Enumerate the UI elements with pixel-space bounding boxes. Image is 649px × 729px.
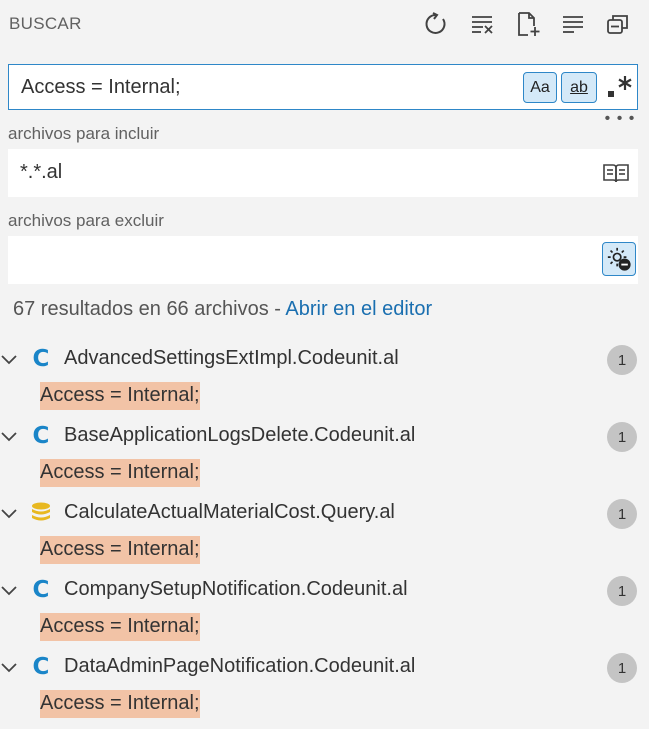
results-summary: 67 resultados en 66 archivos - Abrir en … xyxy=(13,298,432,321)
chevron-down-icon[interactable] xyxy=(0,581,18,599)
use-exclude-settings-icon[interactable] xyxy=(602,242,636,276)
results-count-text: 67 resultados en 66 archivos - xyxy=(13,298,286,320)
result-match-row[interactable]: Access = Internal; xyxy=(0,459,649,492)
match-text: Access = Internal; xyxy=(40,459,200,487)
match-text: Access = Internal; xyxy=(40,536,200,564)
open-in-editor-link[interactable]: Abrir en el editor xyxy=(285,298,432,320)
panel-title: BUSCAR xyxy=(9,14,82,33)
result-file-name: AdvancedSettingsExtImpl.Codeunit.al xyxy=(64,347,399,369)
match-count-badge: 1 xyxy=(607,576,637,606)
include-value[interactable]: *.*.al xyxy=(20,161,62,184)
result-file-row[interactable]: C AdvancedSettingsExtImpl.Codeunit.al 1 xyxy=(0,338,649,382)
exclude-input[interactable] xyxy=(8,236,638,284)
chevron-down-icon[interactable] xyxy=(0,504,18,522)
result-match-row[interactable]: Access = Internal; xyxy=(0,536,649,569)
match-text: Access = Internal; xyxy=(40,382,200,410)
regex-icon xyxy=(608,76,632,97)
match-case-toggle[interactable]: Aa xyxy=(523,72,557,103)
codeunit-icon: C xyxy=(32,423,50,449)
result-match-row[interactable]: Access = Internal; xyxy=(0,613,649,646)
codeunit-icon: C xyxy=(32,577,50,603)
search-header: BUSCAR xyxy=(0,0,649,50)
whole-word-label: ab xyxy=(570,78,588,96)
results-list: C AdvancedSettingsExtImpl.Codeunit.al 1 … xyxy=(0,338,649,723)
result-file-name: DataAdminPageNotification.Codeunit.al xyxy=(64,655,416,677)
match-count-badge: 1 xyxy=(607,422,637,452)
view-as-tree-icon[interactable] xyxy=(558,9,588,39)
refresh-icon[interactable] xyxy=(421,9,451,39)
result-match-row[interactable]: Access = Internal; xyxy=(0,690,649,723)
query-icon xyxy=(30,501,52,525)
match-count-badge: 1 xyxy=(607,499,637,529)
clear-results-icon[interactable] xyxy=(467,9,497,39)
exclude-label: archivos para excluir xyxy=(8,211,164,230)
result-file-row[interactable]: CalculateActualMaterialCost.Query.al 1 xyxy=(0,492,649,536)
match-count-badge: 1 xyxy=(607,653,637,683)
result-file-row[interactable]: C BaseApplicationLogsDelete.Codeunit.al … xyxy=(0,415,649,459)
book-icon[interactable] xyxy=(600,157,632,189)
codeunit-icon: C xyxy=(32,346,50,372)
result-file-name: BaseApplicationLogsDelete.Codeunit.al xyxy=(64,424,416,446)
collapse-all-icon[interactable] xyxy=(603,9,633,39)
chevron-down-icon[interactable] xyxy=(0,427,18,445)
result-file-name: CompanySetupNotification.Codeunit.al xyxy=(64,578,408,600)
match-text: Access = Internal; xyxy=(40,613,200,641)
result-match-row[interactable]: Access = Internal; xyxy=(0,382,649,415)
codeunit-icon: C xyxy=(32,654,50,680)
match-whole-word-toggle[interactable]: ab xyxy=(561,72,597,103)
result-file-row[interactable]: C CompanySetupNotification.Codeunit.al 1 xyxy=(0,569,649,613)
result-file-name: CalculateActualMaterialCost.Query.al xyxy=(64,501,395,523)
chevron-down-icon[interactable] xyxy=(0,350,18,368)
match-text: Access = Internal; xyxy=(40,690,200,718)
search-input[interactable]: Access = Internal; Aa ab xyxy=(8,64,638,110)
search-query[interactable]: Access = Internal; xyxy=(21,76,181,99)
include-label: archivos para incluir xyxy=(8,124,160,143)
chevron-down-icon[interactable] xyxy=(0,658,18,676)
new-search-editor-icon[interactable] xyxy=(513,9,543,39)
match-count-badge: 1 xyxy=(607,345,637,375)
regex-toggle[interactable] xyxy=(605,71,635,103)
toggle-search-details-button[interactable]: • • • xyxy=(604,111,636,130)
include-input[interactable]: *.*.al xyxy=(8,149,638,197)
result-file-row[interactable]: C DataAdminPageNotification.Codeunit.al … xyxy=(0,646,649,690)
